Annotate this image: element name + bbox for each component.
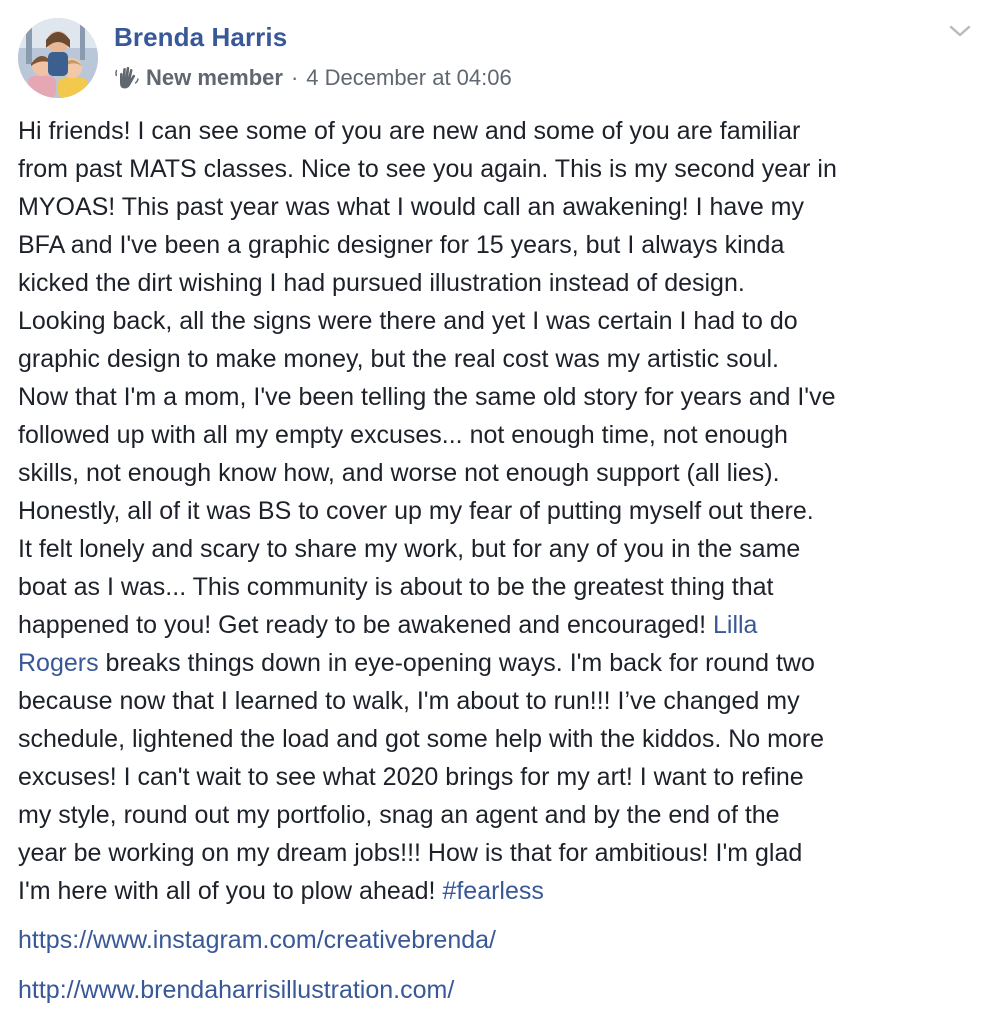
member-badge-label: New member xyxy=(146,65,283,90)
post-text-line: followed up with all my empty excuses...… xyxy=(18,416,976,454)
text-segment: excuses! I can't wait to see what 2020 b… xyxy=(18,763,804,791)
text-segment: It felt lonely and scary to share my wor… xyxy=(18,535,801,563)
post-card: Brenda Harris New member · 4 December at… xyxy=(0,0,990,1026)
text-segment: my style, round out my portfolio, snag a… xyxy=(18,801,780,829)
post-meta: New member · 4 December at 04:06 xyxy=(114,64,512,92)
text-segment: happened to you! Get ready to be awakene… xyxy=(18,611,713,639)
post-timestamp-link[interactable]: 4 December at 04:06 xyxy=(306,65,511,91)
post-text-line: Looking back, all the signs were there a… xyxy=(18,302,976,340)
text-segment: from past MATS classes. Nice to see you … xyxy=(18,155,837,183)
post-text-line: Now that I'm a mom, I've been telling th… xyxy=(18,378,976,416)
text-segment: schedule, lightened the load and got som… xyxy=(18,725,825,753)
text-segment: followed up with all my empty excuses...… xyxy=(18,421,788,449)
website-url-link[interactable]: http://www.brendaharrisillustration.com/ xyxy=(18,976,454,1005)
post-text-line: Honestly, all of it was BS to cover up m… xyxy=(18,492,976,530)
text-segment: skills, not enough know how, and worse n… xyxy=(18,459,780,487)
text-segment: Now that I'm a mom, I've been telling th… xyxy=(18,383,836,411)
text-segment: kicked the dirt wishing I had pursued il… xyxy=(18,269,745,297)
post-text-line: my style, round out my portfolio, snag a… xyxy=(18,796,976,834)
post-text-line: happened to you! Get ready to be awakene… xyxy=(18,606,976,644)
text-segment: because now that I learned to walk, I'm … xyxy=(18,687,800,715)
waving-hand-icon xyxy=(114,65,140,91)
post-text-line: Rogers breaks things down in eye-opening… xyxy=(18,644,976,682)
post-options-button[interactable] xyxy=(946,20,974,42)
text-segment: graphic design to make money, but the re… xyxy=(18,345,779,373)
post-text-line: I'm here with all of you to plow ahead! … xyxy=(18,872,976,910)
post-text-line: graphic design to make money, but the re… xyxy=(18,340,976,378)
text-segment: breaks things down in eye-opening ways. … xyxy=(98,649,815,677)
text-segment: boat as I was... This community is about… xyxy=(18,573,774,601)
post-text-line: Hi friends! I can see some of you are ne… xyxy=(18,112,976,150)
instagram-url-link[interactable]: https://www.instagram.com/creativebrenda… xyxy=(18,926,496,955)
text-segment: Honestly, all of it was BS to cover up m… xyxy=(18,497,814,525)
post-text-line: boat as I was... This community is about… xyxy=(18,568,976,606)
mention-lilla-rogers[interactable]: Lilla xyxy=(713,611,757,639)
post-text-line: It felt lonely and scary to share my wor… xyxy=(18,530,976,568)
text-segment: year be working on my dream jobs!!! How … xyxy=(18,839,803,867)
chevron-down-icon xyxy=(949,25,971,37)
hashtag-fearless[interactable]: #fearless xyxy=(442,877,543,905)
text-segment: BFA and I've been a graphic designer for… xyxy=(18,231,785,259)
author-name-link[interactable]: Brenda Harris xyxy=(114,22,287,53)
author-avatar[interactable] xyxy=(18,18,98,98)
text-segment: I'm here with all of you to plow ahead! xyxy=(18,877,443,905)
post-text-line: skills, not enough know how, and worse n… xyxy=(18,454,976,492)
post-text-line: because now that I learned to walk, I'm … xyxy=(18,682,976,720)
post-text-line: year be working on my dream jobs!!! How … xyxy=(18,834,976,872)
meta-separator: · xyxy=(290,65,299,90)
text-segment: Hi friends! I can see some of you are ne… xyxy=(18,117,801,145)
post-text-line: excuses! I can't wait to see what 2020 b… xyxy=(18,758,976,796)
text-segment: MYOAS! This past year was what I would c… xyxy=(18,193,805,221)
post-text-line: kicked the dirt wishing I had pursued il… xyxy=(18,264,976,302)
profile-photo-icon xyxy=(18,18,98,98)
text-segment: Looking back, all the signs were there a… xyxy=(18,307,798,335)
post-text-line: schedule, lightened the load and got som… xyxy=(18,720,976,758)
post-text-line: MYOAS! This past year was what I would c… xyxy=(18,188,976,226)
post-body-text: Hi friends! I can see some of you are ne… xyxy=(18,112,976,910)
mention-lilla-rogers-cont[interactable]: Rogers xyxy=(18,649,99,677)
post-text-line: BFA and I've been a graphic designer for… xyxy=(18,226,976,264)
post-text-line: from past MATS classes. Nice to see you … xyxy=(18,150,976,188)
